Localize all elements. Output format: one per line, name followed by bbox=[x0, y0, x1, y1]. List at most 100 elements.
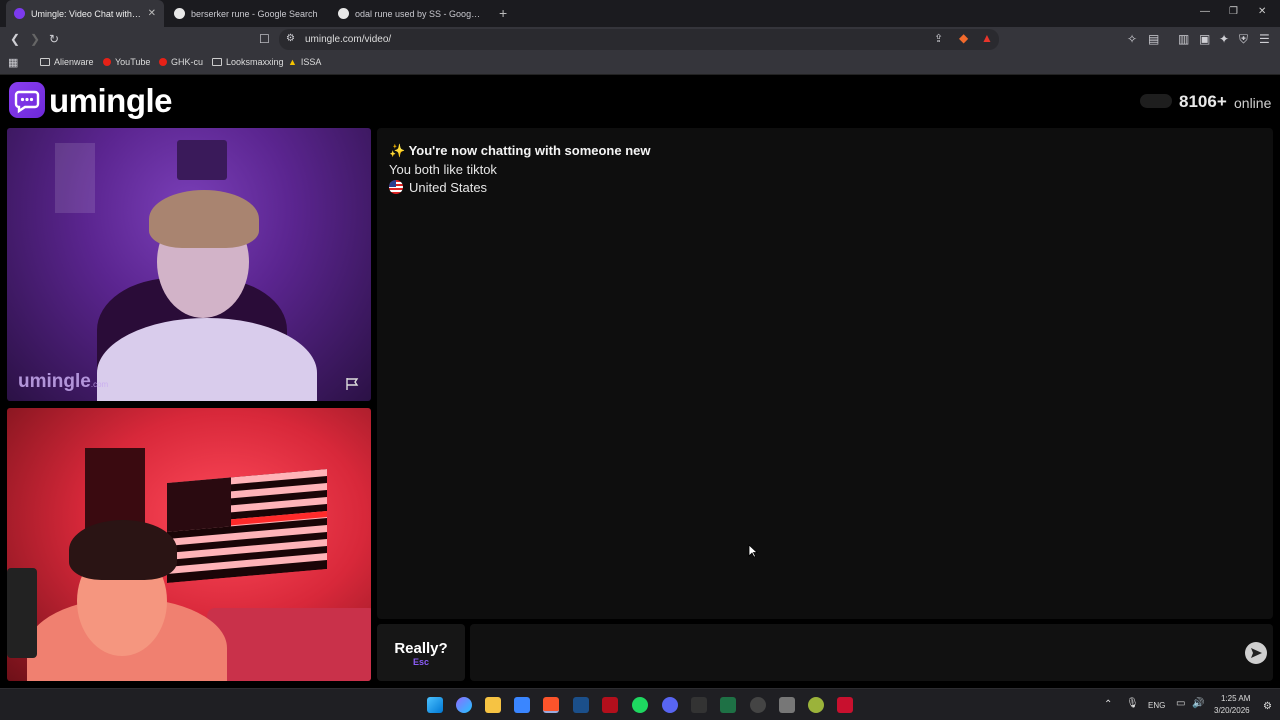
stranger-video: umingle.com bbox=[7, 128, 371, 401]
leo-ai-icon[interactable]: ✦ bbox=[1219, 32, 1229, 46]
store-icon[interactable] bbox=[514, 697, 530, 713]
youtube-icon bbox=[159, 58, 167, 66]
country-name: United States bbox=[409, 180, 488, 195]
tray-chevron-icon[interactable]: ⌃ bbox=[1104, 699, 1112, 710]
tab-odal-rune[interactable]: odal rune used by SS - Google Search bbox=[330, 0, 490, 27]
maximize-icon[interactable]: ❐ bbox=[1229, 6, 1238, 17]
folder-icon bbox=[40, 58, 50, 66]
window-close-icon[interactable]: ✕ bbox=[1258, 6, 1266, 17]
skip-button[interactable]: Really? Esc bbox=[377, 624, 465, 681]
skip-button-label: Really? bbox=[394, 640, 448, 657]
chat-bubble-logo-icon[interactable] bbox=[9, 82, 45, 118]
google-favicon-icon bbox=[338, 8, 349, 19]
windows-taskbar: ⌃ 🎙 ENG ▭ 🔊 1:25 AM 3/20/2026 ⚙ bbox=[0, 688, 1280, 720]
close-icon[interactable]: ✕ bbox=[148, 8, 156, 19]
tab-title: Umingle: Video Chat with Stra bbox=[31, 8, 142, 19]
brave-shields-icon[interactable]: ◆ bbox=[959, 31, 968, 45]
brand-name[interactable]: umingle bbox=[49, 82, 173, 120]
triangle-icon: ▲ bbox=[288, 57, 297, 67]
chat-log: ✨ You're now chatting with someone new Y… bbox=[377, 128, 1273, 619]
bookmark-looksmaxxing[interactable]: Looksmaxxing bbox=[212, 57, 284, 67]
microphone-icon[interactable]: 🎙 bbox=[1126, 698, 1139, 709]
network-icon[interactable]: ▭ bbox=[1176, 698, 1185, 709]
bookmark-issa[interactable]: ▲ ISSA bbox=[288, 57, 321, 67]
online-count: 8106+ bbox=[1179, 92, 1227, 111]
sidebar-icon[interactable]: ▥ bbox=[1178, 32, 1189, 46]
bookmark-alienware[interactable]: Alienware bbox=[40, 57, 94, 67]
us-flag-icon bbox=[389, 180, 403, 194]
language-indicator[interactable]: ENG bbox=[1148, 701, 1165, 710]
new-tab-icon[interactable]: + bbox=[499, 5, 507, 21]
bookmark-ghk-cu[interactable]: GHK-cu bbox=[159, 57, 203, 67]
back-icon[interactable]: ❮ bbox=[10, 32, 20, 46]
discord-icon[interactable] bbox=[662, 697, 678, 713]
us-flag-icon bbox=[167, 469, 327, 583]
message-input[interactable] bbox=[470, 624, 1273, 681]
app-icon[interactable] bbox=[808, 697, 824, 713]
bookmark-label: YouTube bbox=[115, 57, 151, 67]
site-header: umingle 8106+ online bbox=[0, 76, 1280, 125]
connection-status-message: ✨ You're now chatting with someone new bbox=[389, 143, 651, 158]
clock-date[interactable]: 3/20/2026 bbox=[1214, 706, 1250, 715]
reload-icon[interactable]: ↻ bbox=[49, 32, 59, 46]
menu-icon[interactable]: ☰ bbox=[1259, 32, 1270, 46]
bookmarks-bar: ▦ Alienware YouTube GHK-cu Looksmaxxing … bbox=[0, 52, 1280, 75]
chat-controls: Really? Esc bbox=[377, 624, 1273, 681]
google-favicon-icon bbox=[174, 8, 185, 19]
epic-games-icon[interactable] bbox=[691, 697, 707, 713]
xbox-icon[interactable] bbox=[720, 697, 736, 713]
forward-icon[interactable]: ❯ bbox=[30, 32, 40, 46]
bookmark-label: Looksmaxxing bbox=[226, 57, 284, 67]
wall-poster bbox=[55, 143, 95, 213]
wallet-icon[interactable]: ▤ bbox=[1148, 32, 1159, 46]
game-launcher-icon[interactable] bbox=[602, 697, 618, 713]
youtube-icon bbox=[103, 58, 111, 66]
app-icon[interactable] bbox=[837, 697, 853, 713]
spotify-icon[interactable] bbox=[632, 697, 648, 713]
volume-icon[interactable]: 🔊 bbox=[1192, 698, 1204, 709]
browser-toolbar: ❮ ❯ ↻ ☐ ⚙ umingle.com/video/ ⇪ ◆ ▲ ✧ ▤ ▥… bbox=[0, 27, 1280, 52]
online-indicator-toggle bbox=[1140, 94, 1172, 108]
umingle-watermark: umingle.com bbox=[18, 371, 109, 392]
steam-icon[interactable] bbox=[573, 697, 589, 713]
bookmark-youtube[interactable]: YouTube bbox=[103, 57, 150, 67]
common-interest-message: You both like tiktok bbox=[389, 162, 497, 177]
bookmark-icon[interactable]: ☐ bbox=[259, 32, 270, 46]
apps-grid-icon[interactable]: ▦ bbox=[8, 56, 18, 69]
report-flag-icon[interactable] bbox=[345, 377, 361, 391]
clock-time[interactable]: 1:25 AM bbox=[1221, 694, 1250, 703]
microphone-arm bbox=[7, 568, 37, 658]
vpn-icon[interactable]: ⛨ bbox=[1239, 32, 1248, 47]
person-hair bbox=[69, 520, 177, 580]
online-label: online bbox=[1234, 95, 1272, 111]
tab-title: berserker rune - Google Search bbox=[191, 8, 318, 19]
bookmark-label: Alienware bbox=[54, 57, 94, 67]
person-hair bbox=[149, 190, 259, 248]
site-info-icon[interactable]: ⚙ bbox=[286, 33, 295, 44]
umingle-favicon-icon bbox=[14, 8, 25, 19]
bookmark-label: ISSA bbox=[300, 57, 322, 67]
notification-icon[interactable]: ⚙ bbox=[1263, 701, 1272, 712]
settings-icon[interactable] bbox=[779, 697, 795, 713]
stranger-country: United States bbox=[389, 180, 487, 195]
tab-search-icon[interactable]: ▣ bbox=[1199, 32, 1210, 46]
self-video bbox=[7, 408, 371, 681]
file-explorer-icon[interactable] bbox=[485, 697, 501, 713]
browser-tab-bar: Umingle: Video Chat with Stra ✕ berserke… bbox=[0, 0, 1280, 27]
brave-rewards-icon[interactable]: ▲ bbox=[981, 31, 993, 45]
skip-shortcut-hint: Esc bbox=[412, 657, 429, 667]
app-icon[interactable] bbox=[750, 697, 766, 713]
send-icon bbox=[1251, 648, 1262, 658]
send-button[interactable] bbox=[1245, 642, 1267, 664]
minimize-icon[interactable]: — bbox=[1200, 6, 1210, 17]
start-icon[interactable] bbox=[427, 697, 443, 713]
address-bar[interactable]: ⚙ umingle.com/video/ ⇪ ◆ ▲ bbox=[279, 29, 999, 50]
bookmark-label: GHK-cu bbox=[171, 57, 204, 67]
wall-poster bbox=[177, 140, 227, 180]
tab-umingle[interactable]: Umingle: Video Chat with Stra ✕ bbox=[6, 0, 164, 27]
extensions-icon[interactable]: ✧ bbox=[1127, 32, 1137, 46]
brave-browser-icon[interactable] bbox=[543, 697, 559, 713]
copilot-icon[interactable] bbox=[456, 697, 472, 713]
tab-berserker-rune[interactable]: berserker rune - Google Search bbox=[166, 0, 328, 27]
share-icon[interactable]: ⇪ bbox=[934, 32, 943, 45]
